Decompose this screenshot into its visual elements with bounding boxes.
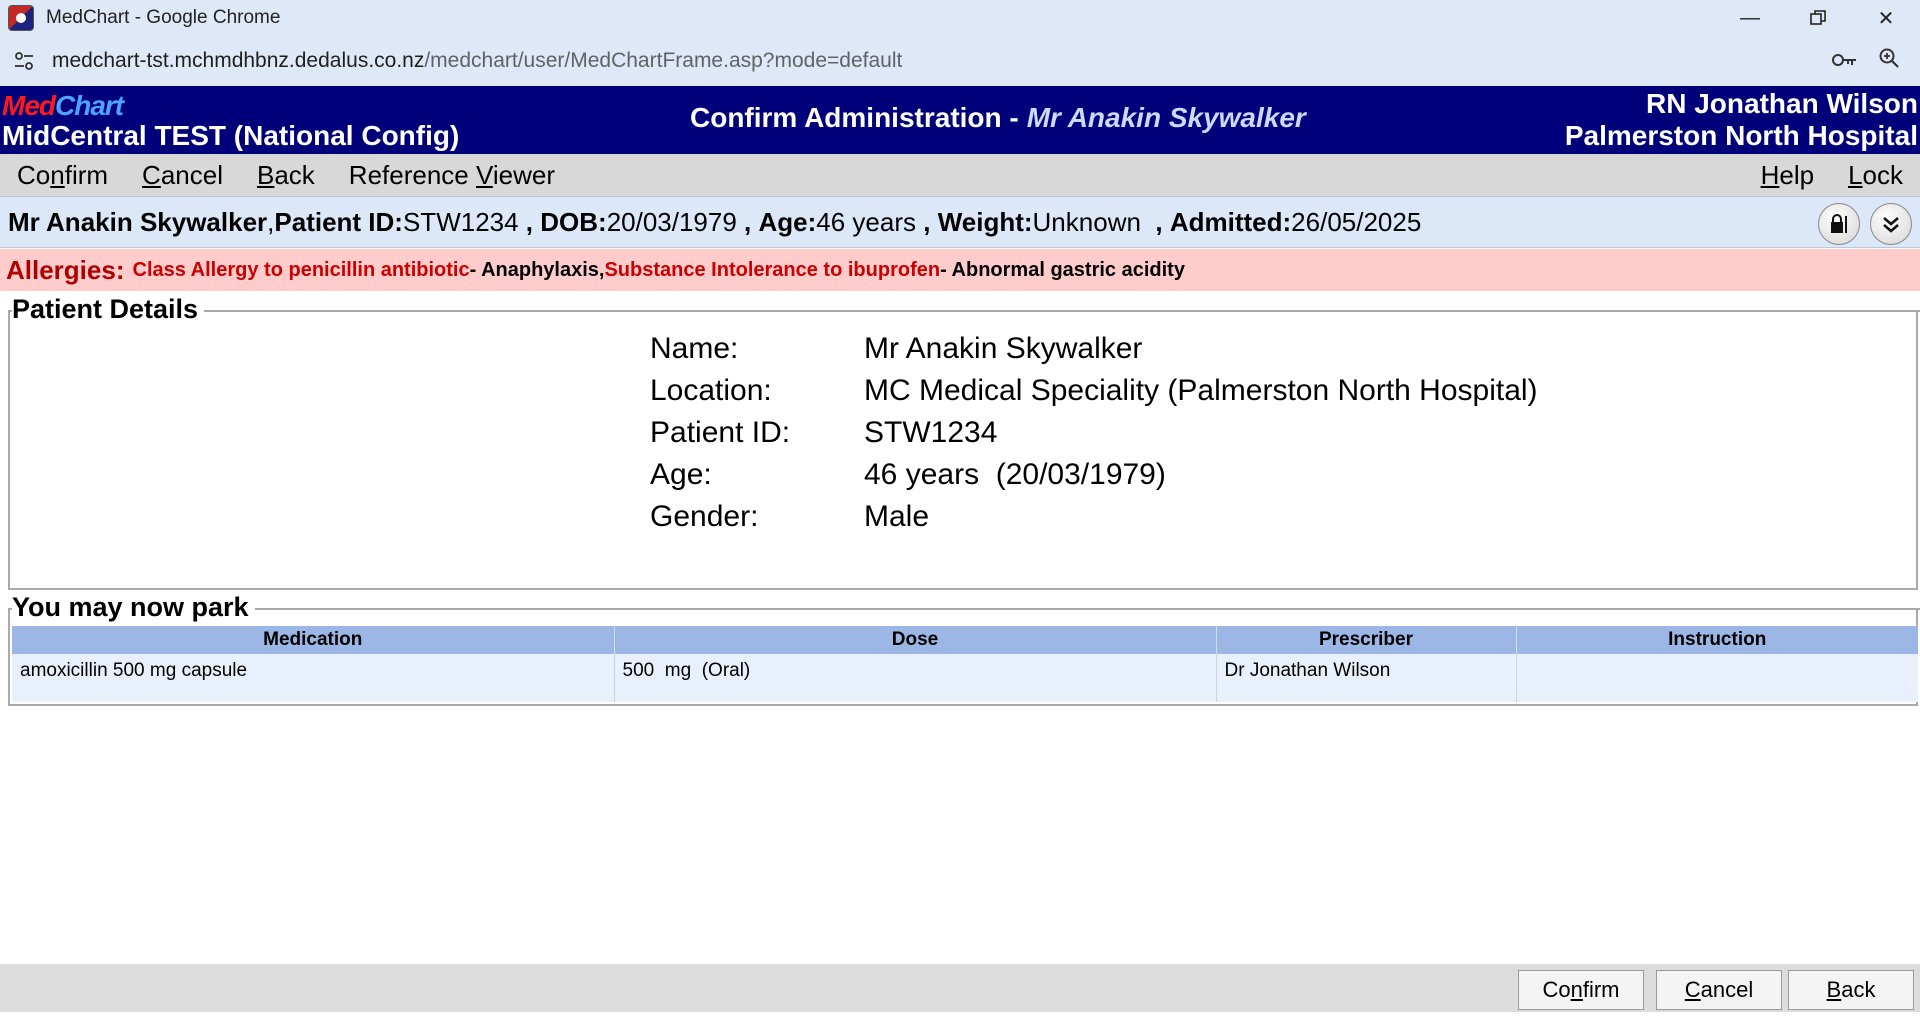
banner-pid: STW1234: [402, 206, 519, 237]
cell-prescriber: Dr Jonathan Wilson: [1216, 654, 1517, 702]
cancel-button[interactable]: Cancel: [1656, 970, 1782, 1010]
allergy-2: Substance Intolerance to ibuprofen: [604, 258, 941, 281]
column-header-medication: Medication: [12, 626, 615, 654]
menu-cancel[interactable]: Cancel: [142, 160, 223, 191]
key-icon[interactable]: [1832, 48, 1858, 74]
banner-admitted-label: , Admitted:: [1140, 206, 1292, 237]
menu-lock[interactable]: Lock: [1848, 160, 1903, 191]
detail-row-gender: Gender: Male: [650, 500, 930, 533]
allergies-label: Allergies:: [6, 254, 125, 285]
detail-row-patient-id: Patient ID: STW1234: [650, 416, 998, 449]
banner-patient-name: Mr Anakin Skywalker: [8, 206, 268, 237]
detail-row-location: Location: MC Medical Speciality (Palmerst…: [650, 374, 1538, 407]
app-header: MedChart MidCentral TEST (National Confi…: [0, 86, 1920, 154]
header-patient-name: Mr Anakin Skywalker: [1026, 102, 1306, 133]
patient-details-legend: Patient Details: [12, 294, 205, 325]
menu-help[interactable]: Help: [1761, 160, 1814, 191]
patient-banner: Mr Anakin Skywalker , Patient ID: STW1234…: [0, 196, 1920, 248]
url-field[interactable]: medchart-tst.mchmdhbnz.dedalus.co.nz/med…: [52, 49, 902, 73]
detail-row-name: Name: Mr Anakin Skywalker: [650, 332, 1143, 365]
browser-title-bar: MedChart - Google Chrome — ✕: [0, 0, 1920, 36]
address-bar: medchart-tst.mchmdhbnz.dedalus.co.nz/med…: [0, 36, 1920, 86]
banner-weight: Unknown: [1032, 206, 1141, 237]
menu-confirm[interactable]: Confirm: [17, 160, 108, 191]
page-title: Confirm Administration - Mr Anakin Skywal…: [690, 102, 1306, 133]
footer-bar: Co n firm Cancel Back: [0, 964, 1920, 1012]
address-bar-icons: [1832, 36, 1900, 86]
banner-age-label: , Age:: [736, 206, 817, 237]
menu-bar: Confirm Cancel Back Reference Viewer Hel…: [0, 154, 1920, 196]
table-header-row: Medication Dose Prescriber Instruction: [12, 626, 1918, 654]
window-title: MedChart - Google Chrome: [46, 7, 281, 28]
url-path: /medchart/user/MedChartFrame.asp?mode=de…: [424, 49, 903, 72]
patient-lock-icon[interactable]: [1818, 203, 1860, 245]
banner-pid-label: Patient ID:: [274, 206, 403, 237]
menu-back[interactable]: Back: [257, 160, 315, 191]
window-controls: — ✕: [1716, 0, 1920, 36]
column-header-prescriber: Prescriber: [1216, 626, 1517, 654]
park-group: You may now park Medication Dose Prescri…: [8, 592, 1920, 706]
cell-instruction: [1516, 654, 1918, 702]
allergies-bar: Allergies: Class Allergy to penicillin a…: [0, 249, 1920, 291]
close-icon[interactable]: ✕: [1852, 0, 1920, 36]
detail-row-age: Age: 46 years (20/03/1979): [650, 458, 1166, 491]
url-host: medchart-tst.mchmdhbnz.dedalus.co.nz: [52, 49, 425, 72]
hospital-name: Palmerston North Hospital: [1564, 120, 1918, 151]
allergy-1: Class Allergy to penicillin antibiotic: [132, 258, 470, 281]
minimize-icon[interactable]: —: [1716, 0, 1784, 36]
banner-separator: ,: [267, 206, 275, 237]
site-settings-icon[interactable]: [10, 47, 38, 75]
banner-dob-label: , DOB:: [518, 206, 607, 237]
back-button[interactable]: Back: [1788, 970, 1914, 1010]
table-row[interactable]: amoxicillin 500 mg capsule 500 mg (Oral)…: [12, 654, 1918, 702]
park-legend: You may now park: [12, 592, 255, 623]
column-header-dose: Dose: [614, 626, 1217, 654]
allergy-2-reaction: - Abnormal gastric acidity: [940, 258, 1185, 281]
group-border: [10, 310, 1920, 312]
site-name: MidCentral TEST (National Config): [2, 120, 460, 151]
expand-chevron-icon[interactable]: [1870, 203, 1912, 245]
restore-icon[interactable]: [1784, 0, 1852, 36]
menu-reference-viewer[interactable]: Reference Viewer: [349, 160, 555, 191]
banner-age: 46 years: [816, 206, 917, 237]
patient-details-group: Patient Details Name: Mr Anakin Skywalker…: [8, 294, 1920, 590]
column-header-instruction: Instruction: [1516, 626, 1918, 654]
medchart-app-icon: [8, 5, 34, 31]
medication-table: Medication Dose Prescriber Instruction a…: [12, 626, 1918, 702]
banner-buttons: [1818, 203, 1912, 245]
user-info: RN Jonathan Wilson Palmerston North Hosp…: [1565, 88, 1918, 152]
banner-admitted: 26/05/2025: [1291, 206, 1422, 237]
banner-dob: 20/03/1979: [606, 206, 737, 237]
zoom-icon[interactable]: [1878, 47, 1900, 75]
cell-medication: amoxicillin 500 mg capsule: [12, 654, 615, 702]
confirm-button[interactable]: Co n firm: [1518, 970, 1644, 1010]
cell-dose: 500 mg (Oral): [614, 654, 1217, 702]
banner-weight-label: , Weight:: [916, 206, 1033, 237]
user-name: RN Jonathan Wilson: [1646, 88, 1918, 119]
group-border: [10, 608, 1920, 610]
medchart-logo: MedChart: [2, 90, 124, 121]
allergy-1-reaction: - Anaphylaxis: [469, 258, 599, 281]
